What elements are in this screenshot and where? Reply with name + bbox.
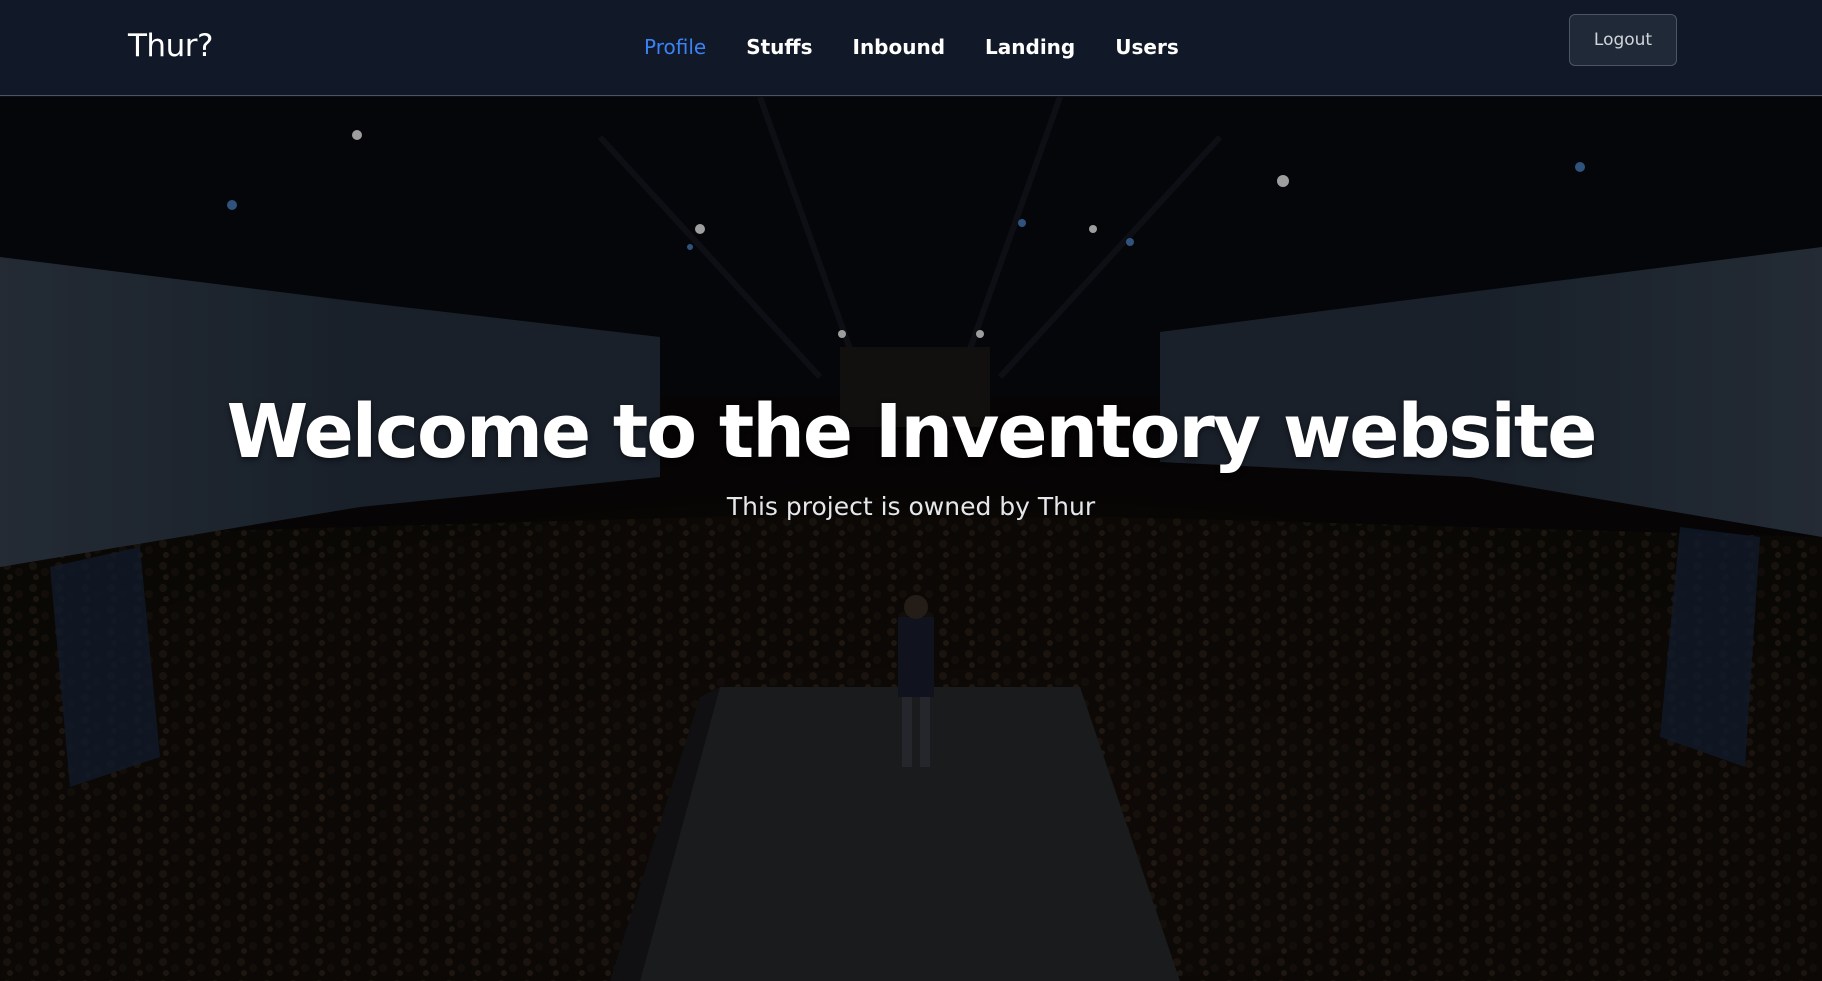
- nav-link-users[interactable]: Users: [1115, 33, 1178, 61]
- nav-links: Profile Stuffs Inbound Landing Users: [644, 33, 1179, 61]
- hero-section: Welcome to the Inventory website This pr…: [0, 97, 1822, 981]
- brand-logo[interactable]: Thur?: [128, 28, 213, 64]
- hero-title: Welcome to the Inventory website: [226, 389, 1598, 475]
- nav-link-stuffs[interactable]: Stuffs: [746, 33, 812, 61]
- hero-dark-overlay: [0, 97, 1822, 981]
- nav-link-profile[interactable]: Profile: [644, 33, 706, 61]
- top-navbar: Thur? Profile Stuffs Inbound Landing Use…: [0, 0, 1822, 96]
- logout-button[interactable]: Logout: [1569, 14, 1677, 66]
- nav-link-landing[interactable]: Landing: [985, 33, 1075, 61]
- nav-link-inbound[interactable]: Inbound: [853, 33, 946, 61]
- hero-subtitle: This project is owned by Thur: [726, 492, 1096, 521]
